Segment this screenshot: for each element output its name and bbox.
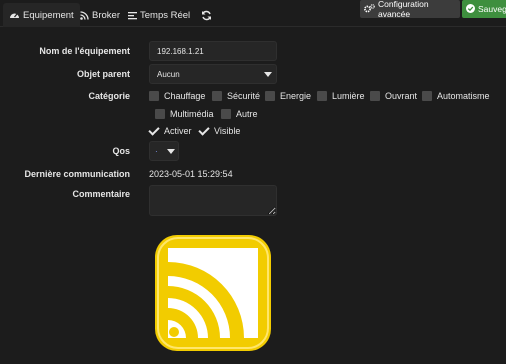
category-lumiere[interactable]: Lumière	[317, 91, 365, 101]
rss-icon	[80, 10, 89, 20]
checkbox-icon	[149, 91, 159, 101]
save-label: Sauvega	[478, 4, 506, 14]
last-comm-label: Dernière communication	[24, 169, 130, 179]
category-multimedia[interactable]: Multimédia	[155, 109, 214, 119]
checkbox-icon	[317, 91, 327, 101]
category-autre-label: Autre	[236, 109, 258, 119]
check-icon	[199, 126, 209, 136]
tab-equipement-label: Equipement	[23, 9, 74, 21]
qos-select-value: ·	[155, 146, 158, 156]
category-ouvrant[interactable]: Ouvrant	[370, 91, 417, 101]
check-icon	[149, 126, 159, 136]
category-chauffage[interactable]: Chauffage	[149, 91, 205, 101]
plugin-logo	[154, 234, 272, 352]
tab-refresh[interactable]	[201, 3, 212, 27]
category-multimedia-label: Multimédia	[170, 109, 214, 119]
save-button[interactable]: Sauvega	[462, 0, 506, 18]
parent-label: Objet parent	[76, 69, 130, 79]
category-ouvrant-label: Ouvrant	[385, 91, 418, 101]
category-energie[interactable]: Energie	[265, 91, 311, 101]
category-lumiere-label: Lumière	[332, 91, 365, 101]
visible-checkbox[interactable]: Visible	[199, 126, 240, 136]
tab-broker[interactable]: Broker	[80, 3, 120, 27]
tab-equipement[interactable]: Equipement	[3, 3, 80, 27]
category-automatisme[interactable]: Automatisme	[422, 91, 490, 101]
category-securite[interactable]: Sécurité	[212, 91, 260, 101]
checkbox-icon	[265, 91, 275, 101]
advanced-config-label: Configuration avancée	[378, 0, 429, 19]
tab-temps-reel-label: Temps Réel	[140, 9, 191, 21]
check-circle-icon	[466, 3, 475, 15]
category-securite-label: Sécurité	[227, 91, 261, 101]
tab-broker-label: Broker	[92, 9, 120, 21]
tab-bar: Equipement Broker Temps Réel Configurati…	[0, 0, 506, 27]
qos-label: Qos	[112, 146, 130, 156]
activer-label: Activer	[164, 126, 192, 136]
category-chauffage-label: Chauffage	[164, 91, 206, 101]
name-label: Nom de l'équipement	[39, 46, 130, 56]
checkbox-icon	[212, 91, 222, 101]
last-comm-value: 2023-05-01 15:29:54	[149, 169, 233, 179]
checkbox-icon	[221, 109, 231, 119]
category-energie-label: Energie	[280, 91, 312, 101]
parent-select-value: Aucun	[157, 69, 180, 79]
comment-label: Commentaire	[72, 189, 130, 199]
checkbox-icon	[155, 109, 165, 119]
checkbox-icon	[422, 91, 432, 101]
tachometer-icon	[9, 10, 20, 20]
chevron-down-icon	[264, 72, 272, 77]
list-icon	[128, 11, 137, 20]
category-automatisme-label: Automatisme	[437, 91, 490, 101]
chevron-down-icon	[167, 149, 175, 154]
advanced-config-button[interactable]: Configuration avancée	[360, 0, 460, 19]
activer-checkbox[interactable]: Activer	[149, 126, 192, 136]
comment-textarea[interactable]	[149, 185, 277, 216]
tab-temps-reel[interactable]: Temps Réel	[128, 3, 190, 27]
cogs-icon	[364, 3, 375, 15]
parent-select[interactable]: Aucun	[149, 64, 277, 84]
category-autre[interactable]: Autre	[221, 109, 258, 119]
refresh-icon	[201, 10, 212, 21]
category-label: Catégorie	[88, 91, 130, 101]
name-input[interactable]: 192.168.1.21	[149, 41, 277, 61]
checkbox-icon	[370, 91, 380, 101]
visible-label: Visible	[214, 126, 241, 136]
